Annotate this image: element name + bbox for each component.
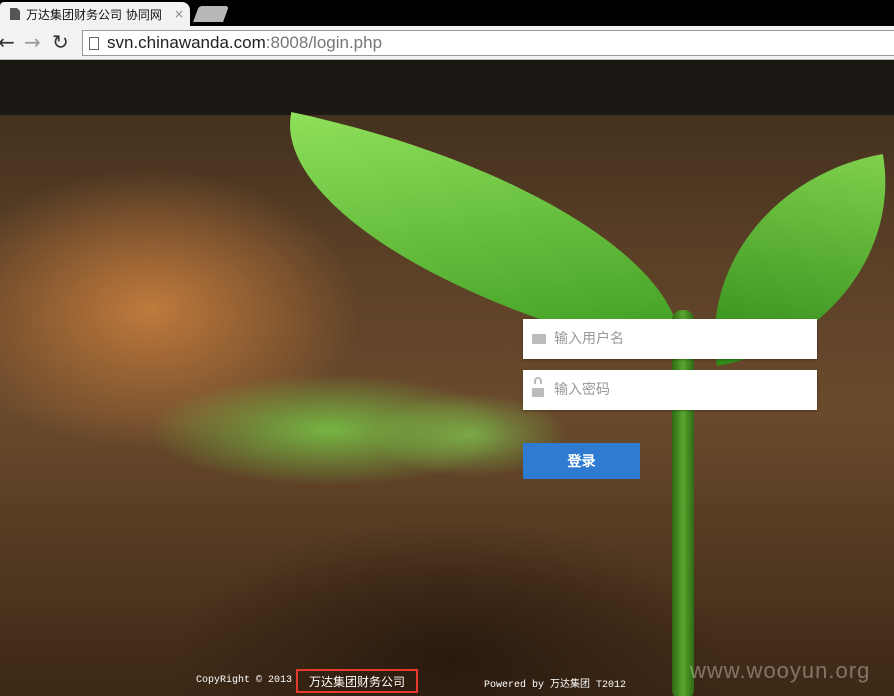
page-icon <box>10 8 20 20</box>
lock-icon <box>532 383 546 397</box>
password-input[interactable] <box>552 381 806 399</box>
background-stem <box>672 310 694 696</box>
tab-close-icon[interactable]: × <box>174 7 184 21</box>
new-tab-button[interactable] <box>193 6 229 22</box>
page-icon <box>89 36 99 50</box>
watermark: www.wooyun.org <box>690 658 871 683</box>
login-button[interactable]: 登录 <box>523 443 640 479</box>
browser-toolbar: ← → ↻ svn.chinawanda.com:8008/login.php <box>0 26 894 60</box>
url-port: :8008 <box>265 33 309 52</box>
username-input[interactable] <box>552 330 806 348</box>
browser-tab[interactable]: 万达集团财务公司 协同网 × <box>0 2 190 26</box>
address-bar[interactable]: svn.chinawanda.com:8008/login.php <box>82 30 894 56</box>
powered-by-text: Powered by 万达集团 T2012 <box>484 680 627 691</box>
url-text[interactable]: svn.chinawanda.com:8008/login.php <box>107 33 382 53</box>
tab-title: 万达集团财务公司 协同网 <box>26 7 162 22</box>
forward-icon[interactable]: → <box>24 32 41 52</box>
company-name: 万达集团财务公司 <box>296 669 418 693</box>
browser-tab-bar: 万达集团财务公司 协同网 × <box>0 0 894 26</box>
footer: CopyRight © 2013 万达集团财务公司 Powered by 万达集… <box>0 658 894 696</box>
login-page: 登录 CopyRight © 2013 万达集团财务公司 Powered by … <box>0 60 894 696</box>
username-field[interactable] <box>523 319 817 359</box>
password-field[interactable] <box>523 370 817 410</box>
header-band <box>0 60 894 115</box>
mail-icon <box>532 332 546 346</box>
copyright-text: CopyRight © 2013 <box>196 675 293 686</box>
back-icon[interactable]: ← <box>0 32 15 52</box>
reload-icon[interactable]: ↻ <box>52 32 69 52</box>
url-path: /login.php <box>308 33 383 52</box>
url-host: svn.chinawanda.com <box>107 33 266 52</box>
